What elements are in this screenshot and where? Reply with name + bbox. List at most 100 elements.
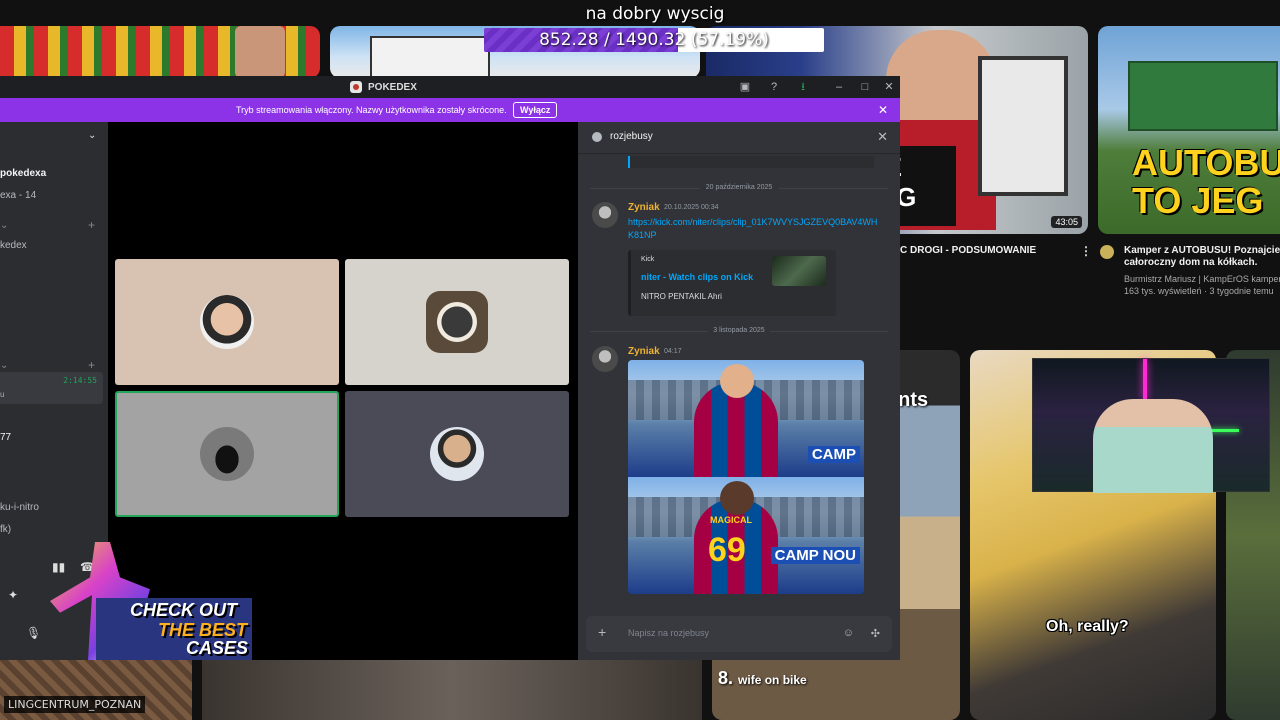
video-thumbnail-2[interactable]: AUTOBU TO JEG — [1098, 26, 1280, 234]
chat-channel-name: rozjebusy — [610, 131, 653, 142]
video-title-2[interactable]: Kamper z AUTOBUSU! Poznajcie Ka całorocz… — [1124, 245, 1280, 269]
emoji-icon[interactable]: ☺ — [843, 627, 854, 639]
previous-embed — [628, 156, 874, 168]
ad-line-1: CHECK OUT — [130, 600, 237, 620]
sidebar-item-nitro[interactable]: ku-i-nitro — [0, 502, 39, 513]
chevron-icon[interactable]: ⌄ — [0, 220, 8, 231]
case-ad-overlay[interactable]: CHECK OUT THE BEST CASES — [40, 542, 252, 660]
ad-line-3: CASES — [186, 638, 249, 658]
message-timestamp: 20.10.2025 00:34 — [664, 204, 719, 211]
video-meta-2: Burmistrz Mariusz | KampErOS kamper z 16… — [1124, 273, 1280, 297]
server-name[interactable]: pokedexa — [0, 168, 46, 179]
player-head — [720, 364, 754, 398]
goal-progress-text: 852.28 / 1490.32 (57.19%) — [539, 30, 769, 50]
thumbnail-bunk — [978, 56, 1068, 196]
app-title-text: POKEDEX — [368, 81, 417, 93]
short-caption-text: wife on bike — [738, 673, 807, 687]
channel-avatar[interactable] — [1100, 245, 1114, 259]
thumbnail-building — [370, 36, 490, 78]
title-bar: POKEDEX ▣ ? ⭳ – □ ✕ — [0, 76, 900, 98]
video-duration: 43:05 — [1051, 216, 1082, 228]
date-divider: 20 października 2025 — [590, 182, 888, 194]
more-options-icon[interactable]: ⋮ — [1080, 244, 1092, 258]
jersey-name: MAGICAL — [710, 515, 752, 525]
help-icon[interactable]: ? — [765, 78, 783, 96]
message-image[interactable]: CAMP MAGICAL 69 CAMP NOU — [628, 360, 864, 594]
participant-avatar — [200, 295, 254, 349]
add-voice-channel-icon[interactable]: + — [88, 358, 95, 372]
overlay-title: na dobry wyscig — [585, 4, 725, 24]
jersey-number: 69 — [708, 531, 746, 569]
video-title-1[interactable]: C DROGI - PODSUMOWANIE — [900, 245, 1036, 257]
apps-icon[interactable]: ✣ — [871, 627, 880, 640]
sidebar-item-77[interactable]: 77 — [0, 432, 11, 443]
thumbnail-bus — [1128, 61, 1278, 131]
image-banner-bottom: CAMP NOU — [770, 547, 860, 564]
image-banner-top: CAMP — [807, 446, 860, 463]
disable-streamer-mode-button[interactable]: Wyłącz — [513, 102, 558, 118]
image-top-half: CAMP — [628, 360, 864, 477]
pokedex-logo-icon — [350, 81, 362, 93]
voice-channel-active[interactable]: 2:14:55 u — [0, 372, 103, 404]
voice-timer: 2:14:55 — [63, 376, 97, 385]
close-banner-icon[interactable]: ✕ — [878, 98, 888, 122]
image-bottom-half: MAGICAL 69 CAMP NOU — [628, 477, 864, 594]
participant-avatar — [200, 427, 254, 481]
participant-tile-1[interactable] — [115, 259, 339, 385]
message-link[interactable]: https://kick.com/niter/clips/clip_01K7WV… — [628, 216, 878, 242]
avatar[interactable] — [592, 346, 618, 372]
avatar[interactable] — [592, 202, 618, 228]
message-timestamp: 04:17 — [664, 348, 682, 355]
close-window-icon[interactable]: ✕ — [880, 78, 898, 96]
participant-tile-2[interactable] — [345, 259, 569, 385]
participant-avatar — [430, 427, 484, 481]
chevron-down-icon[interactable]: ⌄ — [88, 130, 96, 141]
date-divider-text: 20 października 2025 — [699, 182, 779, 194]
channel-name[interactable]: Burmistrz Mariusz | KampErOS kamper z — [1124, 273, 1280, 285]
participant-tile-3-speaking[interactable] — [115, 391, 339, 517]
date-divider-text: 3 listopada 2025 — [707, 325, 771, 337]
thumbnail-face — [235, 26, 285, 78]
video-thumbnail-bottom-2[interactable] — [202, 660, 702, 720]
sidebar-item-fk[interactable]: fk) — [0, 524, 11, 535]
download-icon[interactable]: ⭳ — [794, 78, 812, 96]
minimize-icon[interactable]: – — [830, 78, 848, 96]
message-composer[interactable]: + Napisz na rozjebusy ☺ ✣ — [586, 616, 892, 652]
streamer-person — [1093, 399, 1213, 493]
short-caption: 8. wife on bike — [718, 668, 807, 689]
app-title: POKEDEX — [350, 76, 417, 98]
server-sub: exa - 14 — [0, 190, 37, 201]
player-head-back — [720, 481, 754, 515]
embed-provider: Kick — [641, 256, 655, 263]
video-thumbnail-bottom-1[interactable]: LINGCENTRUM_POZNAN — [0, 660, 192, 720]
watermark-label: LINGCENTRUM_POZNAN — [4, 696, 146, 713]
participant-avatar — [426, 291, 488, 353]
video-thumbnail-flowers[interactable] — [0, 26, 320, 78]
led-light-2 — [1209, 429, 1239, 432]
goal-progress-bar: 852.28 / 1490.32 (57.19%) — [484, 28, 824, 52]
link-embed: Kick niter - Watch clips on Kick NITRO P… — [628, 250, 836, 316]
message-author[interactable]: Zyniak — [628, 202, 660, 213]
chat-header: rozjebusy ✕ — [578, 122, 900, 154]
streamer-webcam — [1032, 358, 1270, 493]
chevron-icon-2[interactable]: ⌄ — [0, 360, 8, 371]
participant-tile-4[interactable] — [345, 391, 569, 517]
message-author[interactable]: Zyniak — [628, 346, 660, 357]
short-caption-num: 8. — [718, 668, 734, 688]
microphone-icon[interactable]: 🎙 — [26, 626, 41, 640]
embed-thumbnail[interactable] — [772, 256, 826, 286]
message-input[interactable]: Napisz na rozjebusy — [628, 628, 709, 638]
screen-share-icon[interactable]: ▣ — [736, 78, 754, 96]
date-divider-2: 3 listopada 2025 — [590, 325, 888, 337]
thumbnail-title-text: AUTOBU TO JEG — [1132, 142, 1280, 221]
embed-title[interactable]: niter - Watch clips on Kick — [641, 272, 753, 282]
embed-description: NITRO PENTAKIL Ahri — [641, 292, 722, 301]
channel-item[interactable]: kedex — [0, 240, 27, 251]
close-chat-icon[interactable]: ✕ — [877, 129, 888, 145]
add-attachment-icon[interactable]: + — [598, 624, 606, 640]
video-title-2-line1: Kamper z AUTOBUSU! Poznajcie Ka — [1124, 245, 1280, 256]
maximize-icon[interactable]: □ — [856, 78, 874, 96]
add-channel-icon[interactable]: + — [88, 218, 95, 232]
activities-icon[interactable]: ✦ — [8, 588, 18, 602]
video-title-2-line2: całoroczny dom na kółkach. — [1124, 257, 1258, 268]
